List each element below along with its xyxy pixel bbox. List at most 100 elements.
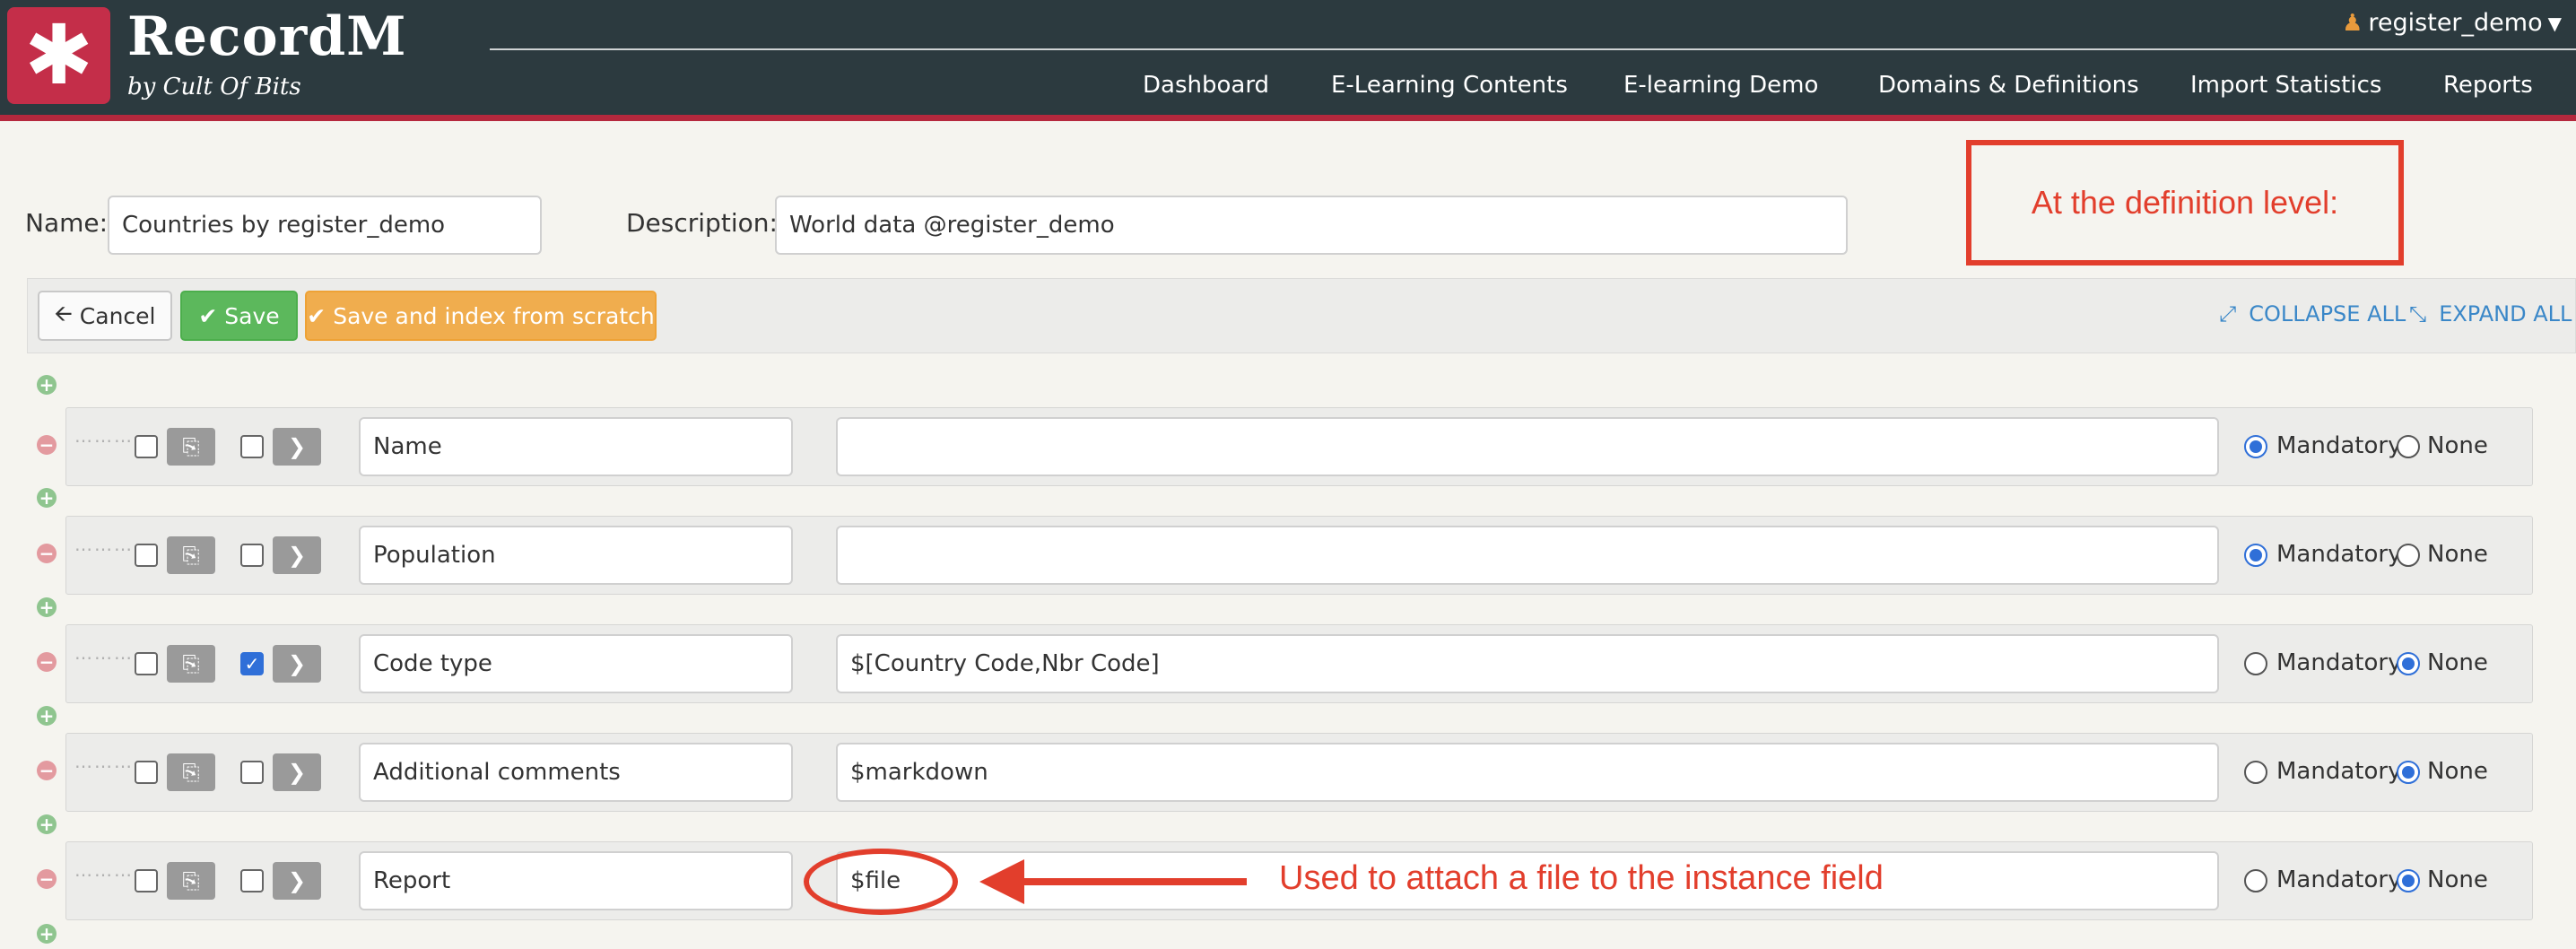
none-radio[interactable] [2397, 544, 2420, 567]
save-and-index-button[interactable]: ✔ Save and index from scratch [305, 291, 657, 341]
field-option-checkbox[interactable] [240, 869, 264, 892]
remove-field-icon[interactable]: − [37, 761, 57, 780]
remove-field-icon[interactable]: − [37, 652, 57, 672]
name-label: Name: [25, 208, 109, 238]
expand-all-link[interactable]: ⤡ EXPAND ALL [2409, 301, 2572, 326]
field-select-checkbox[interactable] [135, 869, 158, 892]
description-input[interactable]: World data @register_demo [775, 196, 1848, 255]
collapse-all-label: COLLAPSE ALL [2249, 301, 2406, 326]
drag-handle-icon[interactable]: ……… [74, 644, 132, 679]
add-field-icon[interactable]: + [37, 375, 57, 395]
remove-field-icon[interactable]: − [37, 544, 57, 563]
field-option-checkbox[interactable] [240, 435, 264, 458]
none-label: None [2427, 758, 2488, 785]
nav-reports[interactable]: Reports [2443, 72, 2533, 99]
duplicate-button[interactable]: ⎘ [167, 753, 215, 791]
duplicate-button[interactable]: ⎘ [167, 536, 215, 574]
compress-icon: ⤢ [2219, 301, 2237, 326]
copy-icon: ⎘ [182, 868, 200, 893]
app-title[interactable]: RecordM [127, 5, 407, 68]
user-icon: ♟ [2342, 9, 2363, 37]
drag-handle-icon[interactable]: ……… [74, 861, 132, 896]
mandatory-radio[interactable] [2244, 652, 2267, 675]
none-label: None [2427, 866, 2488, 893]
field-description-input[interactable] [836, 526, 2219, 585]
add-field-icon[interactable]: + [37, 597, 57, 617]
copy-icon: ⎘ [182, 651, 200, 676]
nav-elearning-contents[interactable]: E-Learning Contents [1331, 72, 1568, 99]
file-annotation-text: Used to attach a file to the instance fi… [1279, 859, 1884, 897]
drag-handle-icon[interactable]: ……… [74, 753, 132, 788]
add-field-icon[interactable]: + [37, 706, 57, 726]
field-name-input[interactable]: Report [359, 851, 793, 910]
drag-handle-icon[interactable]: ……… [74, 427, 132, 462]
cancel-button[interactable]: 🡨 Cancel [38, 291, 172, 341]
field-select-checkbox[interactable] [135, 761, 158, 784]
duplicate-button[interactable]: ⎘ [167, 428, 215, 466]
nav-import-statistics[interactable]: Import Statistics [2190, 72, 2381, 99]
save-label: Save [224, 302, 280, 329]
mandatory-radio[interactable] [2244, 869, 2267, 892]
remove-field-icon[interactable]: − [37, 869, 57, 889]
none-label: None [2427, 649, 2488, 676]
field-option-checkbox[interactable] [240, 544, 264, 567]
chevron-right-icon: ❯ [287, 651, 307, 676]
add-field-icon[interactable]: + [37, 488, 57, 508]
add-field-icon[interactable]: + [37, 814, 57, 834]
chevron-right-icon: ❯ [287, 434, 307, 459]
check-icon: ✔ [198, 302, 218, 329]
mandatory-label: Mandatory [2276, 432, 2402, 459]
mandatory-radio[interactable] [2244, 435, 2267, 458]
field-description-input[interactable]: $markdown [836, 743, 2219, 802]
field-name-input[interactable]: Name [359, 417, 793, 476]
header-divider [490, 48, 2576, 50]
header-stripe [0, 115, 2576, 121]
expand-field-button[interactable]: ❯ [273, 536, 321, 574]
copy-icon: ⎘ [182, 434, 200, 459]
expand-field-button[interactable]: ❯ [273, 753, 321, 791]
remove-field-icon[interactable]: − [37, 435, 57, 455]
drag-handle-icon[interactable]: ……… [74, 535, 132, 570]
expand-icon: ⤡ [2409, 301, 2427, 326]
field-select-checkbox[interactable] [135, 544, 158, 567]
none-label: None [2427, 541, 2488, 568]
expand-all-label: EXPAND ALL [2439, 301, 2572, 326]
file-annotation-ellipse [804, 849, 958, 915]
none-radio[interactable] [2397, 761, 2420, 784]
mandatory-label: Mandatory [2276, 649, 2402, 676]
field-name-input[interactable]: Additional comments [359, 743, 793, 802]
expand-field-button[interactable]: ❯ [273, 862, 321, 900]
nav-domains-definitions[interactable]: Domains & Definitions [1878, 72, 2139, 99]
none-radio[interactable] [2397, 652, 2420, 675]
chevron-right-icon: ❯ [287, 760, 307, 785]
expand-field-button[interactable]: ❯ [273, 428, 321, 466]
mandatory-radio[interactable] [2244, 544, 2267, 567]
caret-down-icon: ▼ [2547, 12, 2562, 34]
mandatory-radio[interactable] [2244, 761, 2267, 784]
chevron-right-icon: ❯ [287, 868, 307, 893]
field-name-input[interactable]: Code type [359, 634, 793, 693]
field-select-checkbox[interactable] [135, 435, 158, 458]
duplicate-button[interactable]: ⎘ [167, 645, 215, 683]
field-select-checkbox[interactable] [135, 652, 158, 675]
main-nav: Dashboard E-Learning Contents E-learning… [0, 72, 2576, 108]
add-field-icon[interactable]: + [37, 924, 57, 944]
none-radio[interactable] [2397, 869, 2420, 892]
nav-elearning-demo[interactable]: E-learning Demo [1623, 72, 1818, 99]
field-option-checkbox[interactable] [240, 761, 264, 784]
save-button[interactable]: ✔ Save [180, 291, 298, 341]
cancel-label: Cancel [79, 302, 156, 329]
field-description-input[interactable]: $[Country Code,Nbr Code] [836, 634, 2219, 693]
expand-field-button[interactable]: ❯ [273, 645, 321, 683]
arrow-left-icon: 🡨 [54, 300, 73, 326]
user-menu[interactable]: ♟ register_demo ▼ [2342, 9, 2562, 37]
field-option-checkbox[interactable]: ✓ [240, 652, 264, 675]
field-description-input[interactable] [836, 417, 2219, 476]
duplicate-button[interactable]: ⎘ [167, 862, 215, 900]
collapse-all-link[interactable]: ⤢ COLLAPSE ALL [2219, 301, 2406, 326]
chevron-right-icon: ❯ [287, 543, 307, 568]
name-input[interactable]: Countries by register_demo [108, 196, 542, 255]
none-radio[interactable] [2397, 435, 2420, 458]
field-name-input[interactable]: Population [359, 526, 793, 585]
nav-dashboard[interactable]: Dashboard [1143, 72, 1269, 99]
